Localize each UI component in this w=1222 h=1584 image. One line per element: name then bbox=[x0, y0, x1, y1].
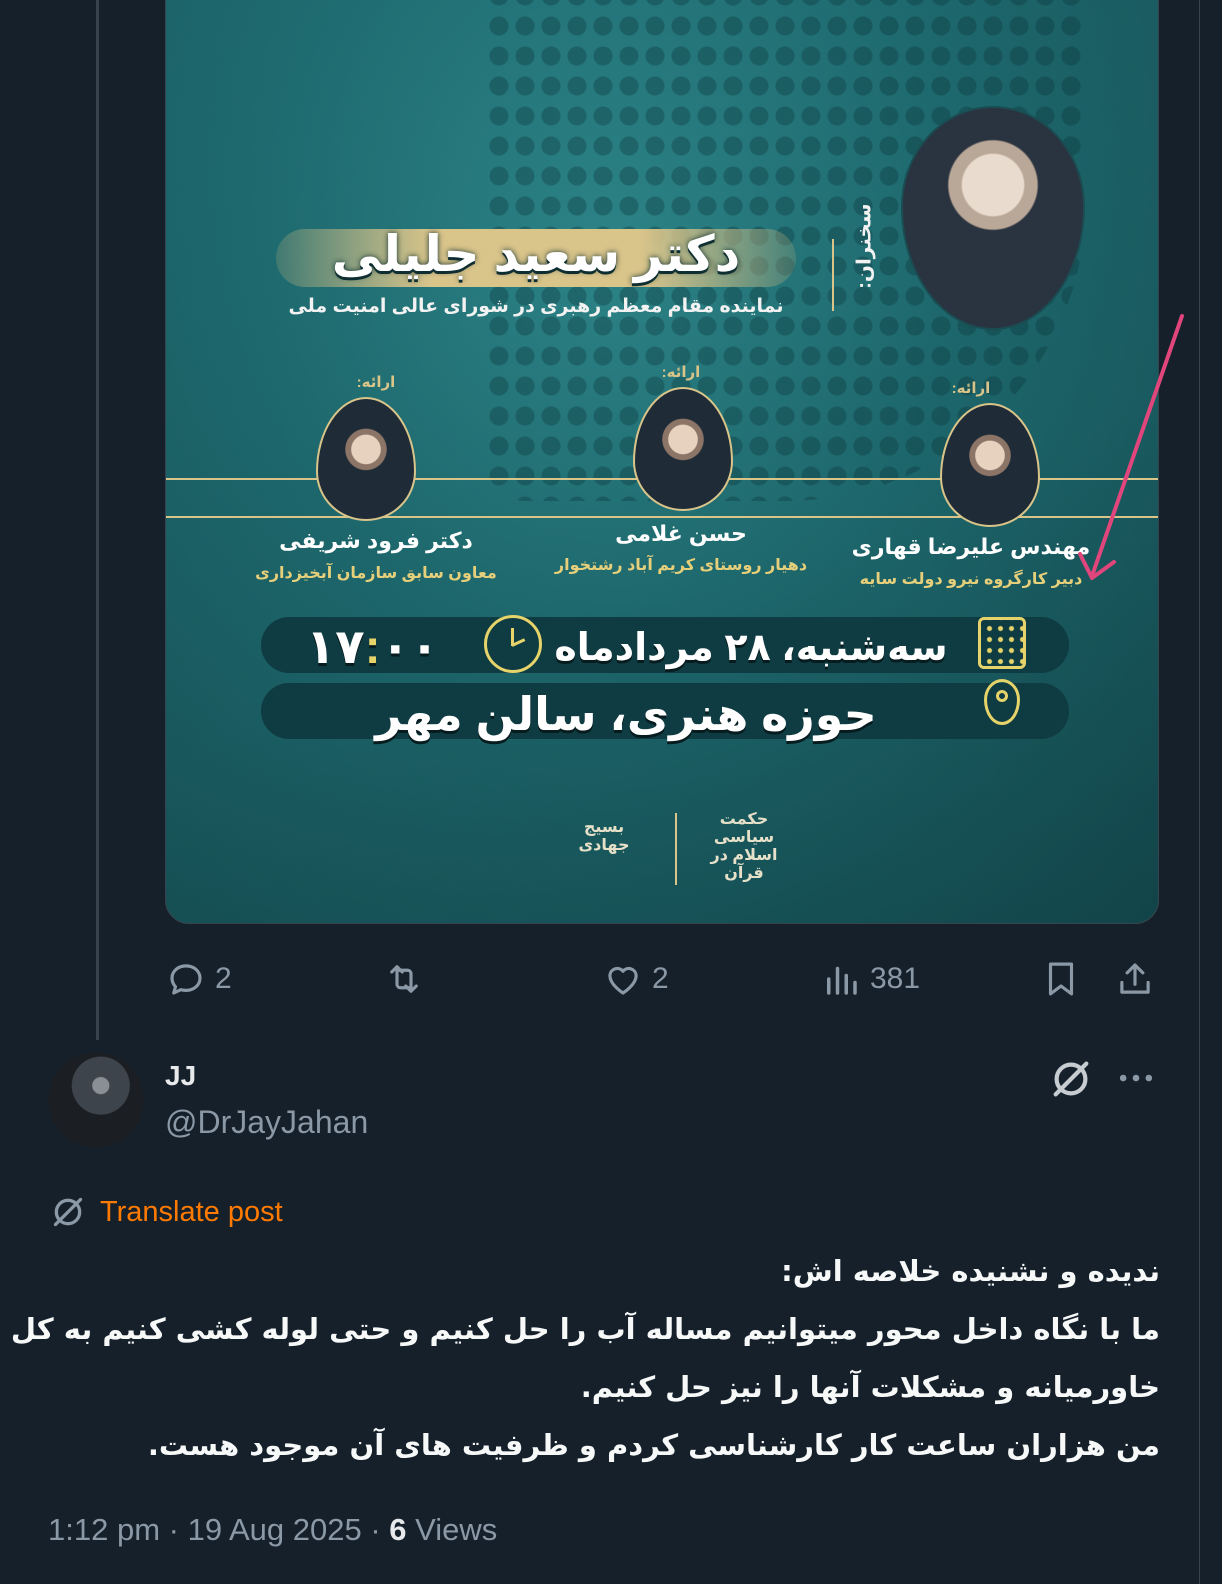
presenter-role: دبیر کارگروه نیرو دولت سایه bbox=[859, 571, 1083, 588]
post-body-line: ندیده و نشنیده خلاصه اش: bbox=[781, 1254, 1160, 1288]
post-body-line: ما با نگاه داخل محور میتوانیم مساله آب ر… bbox=[10, 1312, 1160, 1346]
bookmark-icon bbox=[1048, 962, 1074, 996]
like-button[interactable]: 2 bbox=[602, 958, 669, 1000]
keynote-label: سخنران: bbox=[853, 203, 876, 289]
post-body-line: من هزاران ساعت کار کارشناسی کردم و ظرفیت… bbox=[147, 1428, 1160, 1462]
user-handle[interactable]: @DrJayJahan bbox=[165, 1104, 368, 1141]
avatar[interactable] bbox=[48, 1052, 144, 1148]
post-date[interactable]: 19 Aug 2025 bbox=[188, 1512, 362, 1547]
heart-icon bbox=[608, 966, 638, 995]
reply-button[interactable]: 2 bbox=[165, 958, 232, 1000]
organizer-logo: حکمت سیاسی اسلام در قرآن bbox=[710, 811, 778, 882]
views-count-bold: 6 bbox=[389, 1512, 407, 1547]
repost-icon bbox=[390, 965, 418, 993]
event-venue: حوزه هنری، سالن مهر bbox=[375, 688, 877, 740]
presenter-name: حسن غلامی bbox=[615, 521, 747, 546]
keynote-title: نماینده مقام معظم رهبری در شورای عالی ام… bbox=[288, 296, 784, 317]
presenter-name: دکتر فرود شریفی bbox=[279, 528, 473, 553]
views-count: 381 bbox=[870, 962, 921, 995]
event-date: سه‌شنبه، ۲۸ مردادماه bbox=[554, 627, 948, 669]
reply-icon bbox=[170, 964, 202, 995]
translate-label: Translate post bbox=[100, 1195, 283, 1228]
views-label: Views bbox=[415, 1512, 498, 1547]
like-count: 2 bbox=[652, 962, 669, 995]
bookmark-button[interactable] bbox=[1040, 958, 1082, 1000]
translate-post-button[interactable]: Translate post bbox=[48, 1192, 283, 1232]
share-button[interactable] bbox=[1114, 958, 1156, 1000]
presenter-role: معاون سابق سازمان آبخیزداری bbox=[255, 565, 497, 582]
keynote-name: دکتر سعید جلیلی bbox=[331, 226, 741, 282]
repost-button[interactable] bbox=[383, 958, 433, 1000]
post-image[interactable]: دکتر سعید جلیلی نماینده مقام معظم رهبری … bbox=[165, 0, 1159, 924]
share-icon bbox=[1120, 963, 1150, 994]
reply-count: 2 bbox=[215, 962, 232, 995]
display-name[interactable]: JJ bbox=[165, 1060, 196, 1092]
thread-connector-line bbox=[96, 0, 99, 1040]
post-time[interactable]: 1:12 pm bbox=[48, 1512, 160, 1547]
post-body: ندیده و نشنیده خلاصه اش: ما با نگاه داخل… bbox=[10, 1242, 1160, 1474]
post-meta: 1:12 pm · 19 Aug 2025 · 6 Views bbox=[48, 1512, 498, 1547]
more-options-icon[interactable] bbox=[1114, 1056, 1158, 1100]
presenter-role: دهیار روستای کریم آباد رشتخوار bbox=[554, 557, 808, 574]
event-time: ۱۷:۰۰ bbox=[306, 621, 440, 674]
column-border bbox=[1199, 0, 1200, 1584]
views-button[interactable]: 381 bbox=[820, 958, 920, 1000]
annotation-arrow-icon bbox=[1078, 314, 1184, 580]
divider bbox=[832, 239, 834, 311]
post-body-line: خاورمیانه و مشکلات آنها را نیز حل کنیم. bbox=[580, 1370, 1160, 1404]
analytics-icon bbox=[827, 966, 857, 995]
grok-icon[interactable] bbox=[1048, 1056, 1094, 1102]
clock-icon bbox=[484, 615, 542, 673]
translate-icon bbox=[53, 1197, 83, 1227]
presenter-name: مهندس علیرضا قهاری bbox=[851, 534, 1091, 559]
partner-logo: بسیج جهادی bbox=[578, 819, 630, 854]
calendar-icon bbox=[978, 617, 1026, 669]
